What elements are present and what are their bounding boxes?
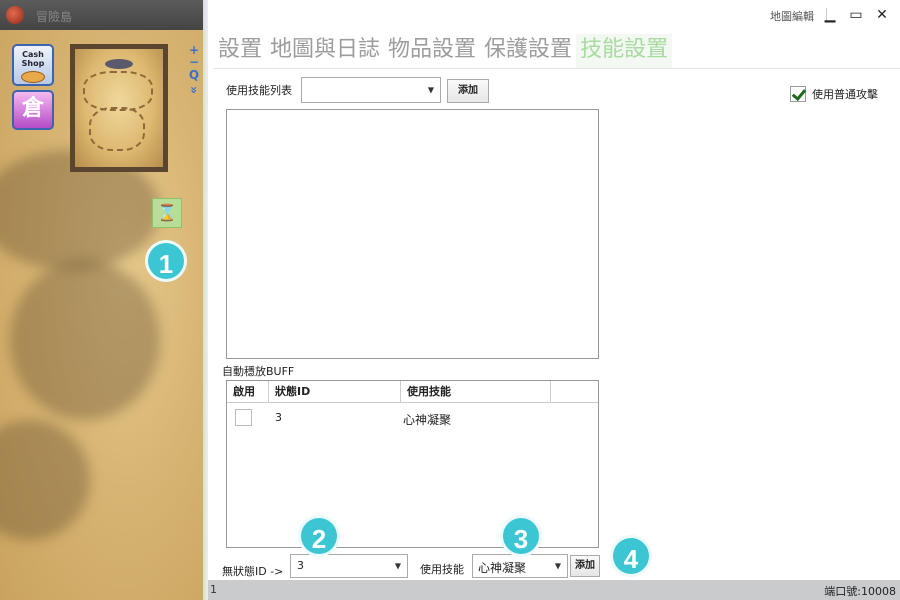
- minimap-landmark: [105, 59, 133, 69]
- skill-cell: 心神凝聚: [403, 413, 452, 427]
- window-title: 地圖編輯: [770, 10, 814, 23]
- use-skill-dropdown[interactable]: 心神凝聚 ▼: [472, 554, 568, 578]
- coin-icon: [21, 71, 45, 83]
- dropdown-arrow-icon: ▼: [427, 85, 434, 95]
- window-titlebar: 地圖編輯 ▁ ▭ ✕: [208, 0, 900, 30]
- tab-settings[interactable]: 設置: [214, 34, 266, 68]
- state-id-value: 3: [297, 559, 304, 572]
- no-state-id-label: 無狀態ID ->: [222, 565, 284, 578]
- expand-icon[interactable]: »: [187, 84, 201, 96]
- auto-buff-label: 自動穩放BUFF: [222, 365, 295, 378]
- add-skill-button[interactable]: 添加: [447, 79, 489, 103]
- cash-shop-button[interactable]: Cash Shop: [12, 44, 54, 86]
- state-id-dropdown[interactable]: 3 ▼: [290, 554, 408, 578]
- use-skill-value: 心神凝聚: [478, 561, 527, 575]
- minimap-path: [89, 107, 145, 151]
- hourglass-icon[interactable]: ⌛: [152, 198, 182, 228]
- tab-skills[interactable]: 技能設置: [576, 34, 673, 68]
- game-window-title: 冒險島: [36, 10, 73, 24]
- grid-header: 啟用 狀態ID 使用技能: [227, 381, 598, 403]
- minimize-icon[interactable]: ▁: [820, 5, 840, 25]
- skill-listbox[interactable]: [226, 109, 599, 359]
- status-bar: 1 端口號:10008: [208, 580, 900, 600]
- tree-shadow: [0, 420, 90, 540]
- tree-shadow: [10, 260, 160, 420]
- column-header-skill[interactable]: 使用技能: [401, 381, 551, 403]
- callout-1: 1: [145, 240, 187, 282]
- normal-attack-label: 使用普通攻擊: [812, 88, 878, 101]
- close-icon[interactable]: ✕: [872, 5, 892, 25]
- dropdown-arrow-icon: ▼: [394, 561, 401, 571]
- storage-label: 倉: [21, 96, 44, 121]
- game-logo-icon: [6, 6, 24, 24]
- column-header-state-id[interactable]: 狀態ID: [269, 381, 401, 403]
- callout-2: 2: [298, 515, 340, 557]
- normal-attack-checkbox[interactable]: 使用普通攻擊: [790, 86, 878, 102]
- tab-protection[interactable]: 保護設置: [480, 34, 576, 68]
- callout-3: 3: [500, 515, 542, 557]
- cash-shop-label: Cash Shop: [21, 50, 45, 68]
- storage-button[interactable]: 倉: [12, 90, 54, 130]
- tab-items[interactable]: 物品設置: [384, 34, 480, 68]
- map-search-icon[interactable]: Q: [188, 69, 200, 81]
- game-titlebar: 冒險島: [0, 0, 208, 30]
- dropdown-arrow-icon: ▼: [554, 561, 561, 571]
- tab-bar: 設置 地圖與日誌 物品設置 保護設置 技能設置: [214, 34, 673, 68]
- buff-grid[interactable]: 啟用 狀態ID 使用技能 3 心神凝聚: [226, 380, 599, 548]
- maximize-icon[interactable]: ▭: [846, 5, 866, 25]
- column-header-enabled[interactable]: 啟用: [227, 381, 269, 403]
- status-left-text: 1: [210, 583, 217, 596]
- tab-map-log[interactable]: 地圖與日誌: [266, 34, 384, 68]
- enable-checkbox[interactable]: [235, 409, 252, 426]
- settings-window: 地圖編輯 ▁ ▭ ✕ 設置 地圖與日誌 物品設置 保護設置 技能設置 使用技能列…: [208, 0, 900, 600]
- zoom-out-button[interactable]: −: [188, 56, 200, 68]
- callout-4: 4: [610, 535, 652, 577]
- checkbox-checked-icon: [790, 86, 806, 102]
- state-id-cell: 3: [275, 411, 282, 424]
- add-buff-button[interactable]: 添加: [570, 555, 600, 577]
- game-viewport: 冒險島 Cash Shop 倉 + − Q » ⌛: [0, 0, 208, 600]
- use-skill-label: 使用技能: [420, 563, 464, 576]
- minimap-image: [75, 49, 163, 167]
- tab-divider: [214, 68, 900, 69]
- minimap-path: [83, 71, 153, 111]
- port-number: 端口號:10008: [824, 585, 896, 598]
- skill-list-dropdown[interactable]: ▼: [301, 77, 441, 103]
- minimap[interactable]: [70, 44, 168, 172]
- skill-list-label: 使用技能列表: [226, 84, 292, 97]
